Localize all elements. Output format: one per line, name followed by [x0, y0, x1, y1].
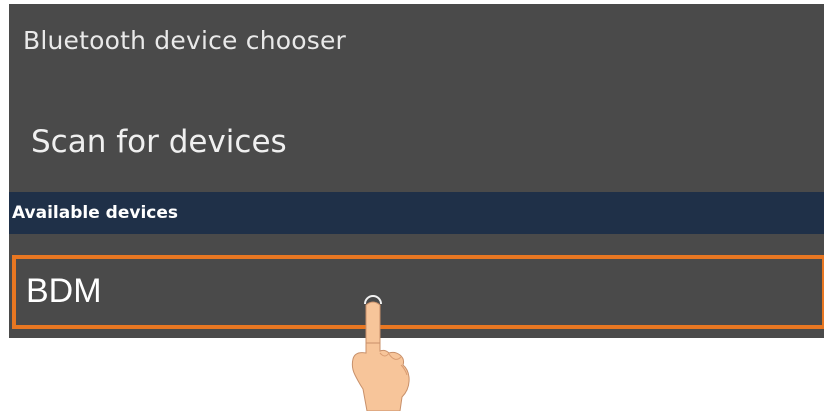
available-devices-label: Available devices [12, 203, 179, 223]
scan-for-devices-button[interactable]: Scan for devices [9, 100, 824, 184]
available-devices-header: Available devices [9, 192, 824, 234]
dialog-title: Bluetooth device chooser [23, 26, 347, 55]
tap-hand-icon [345, 293, 420, 411]
screen: Bluetooth device chooser Scan for device… [0, 0, 824, 411]
bluetooth-chooser-dialog: Bluetooth device chooser Scan for device… [9, 4, 824, 338]
scan-for-devices-label: Scan for devices [31, 124, 287, 160]
device-name: BDM [26, 272, 102, 310]
